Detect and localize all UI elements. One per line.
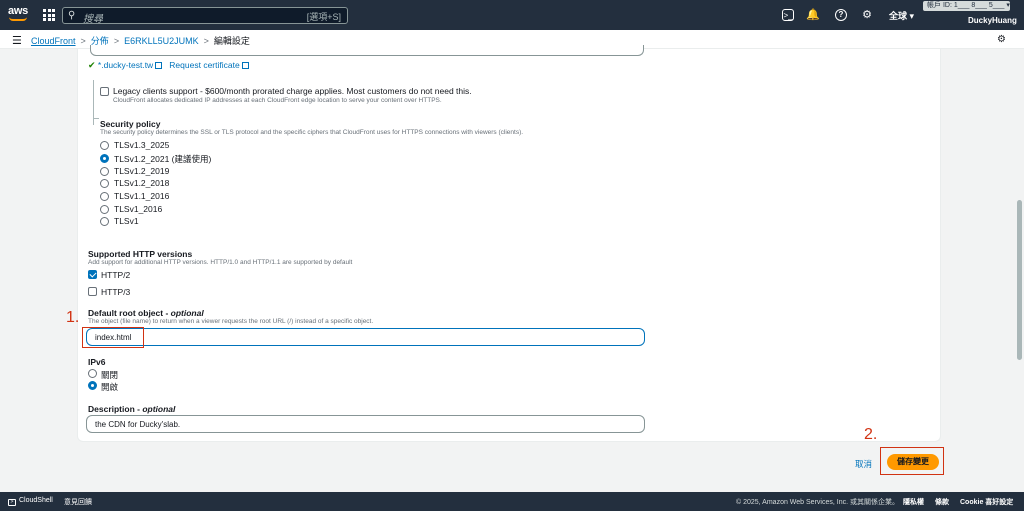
annotation-number-2: 2. (864, 426, 878, 443)
tls-option-radio[interactable] (100, 179, 109, 188)
http2-checkbox[interactable] (88, 270, 97, 279)
footer: > CloudShell 意見回饋 © 2025, Amazon Web Serv… (0, 492, 1024, 511)
legacy-clients-description: CloudFront allocates dedicated IP addres… (113, 97, 442, 104)
http-versions-description: Add support for additional HTTP versions… (88, 259, 353, 266)
cookie-preferences-link[interactable]: Cookie 喜好設定 (960, 497, 1013, 507)
cloudshell-button[interactable]: > CloudShell (8, 497, 53, 506)
services-grid-icon[interactable] (43, 9, 55, 21)
feedback-link[interactable]: 意見回饋 (64, 497, 92, 507)
tls-option-label: TLSv1.2_2021 (建議使用) (114, 154, 212, 164)
terminal-icon: > (8, 499, 16, 506)
copyright-text: © 2025, Amazon Web Services, Inc. 或其關係企業… (736, 499, 899, 506)
security-policy-description: The security policy determines the SSL o… (100, 129, 524, 136)
annotation-highlight-box (82, 327, 144, 348)
ipv6-off-label: 關閉 (101, 370, 119, 380)
preferences-icon[interactable]: ⚙ (997, 34, 1006, 45)
search-icon: ⚲ (68, 10, 76, 21)
tls-option-radio[interactable] (100, 154, 109, 163)
legacy-clients-label: Legacy clients support - $600/month pror… (113, 86, 472, 96)
tls-option-radio[interactable] (100, 205, 109, 214)
description-input[interactable]: the CDN for Ducky'slab. (86, 415, 645, 433)
tls-option-label: TLSv1_2016 (114, 204, 163, 214)
cloudshell-icon[interactable]: >_ (782, 9, 794, 21)
certificate-name-link[interactable]: *.ducky-test.tw (98, 60, 163, 70)
notifications-bell-icon[interactable]: 🔔 (806, 8, 820, 22)
page-scrollbar[interactable] (1017, 200, 1022, 360)
tls-option-label: TLSv1.2_2018 (114, 178, 170, 188)
tls-option-radio[interactable] (100, 167, 109, 176)
tls-option-label: TLSv1.2_2019 (114, 166, 170, 176)
default-root-object-label: Default root object - optional (88, 308, 204, 318)
legacy-clients-checkbox[interactable] (100, 87, 109, 96)
annotation-number-1: 1. (66, 309, 80, 326)
tls-option-label: TLSv1.3_2025 (114, 140, 170, 150)
http3-label: HTTP/3 (101, 287, 131, 297)
ipv6-on-radio[interactable] (88, 381, 97, 390)
tls-option-radio[interactable] (100, 192, 109, 201)
description-label: Description - optional (88, 404, 176, 414)
certificate-row: ✔ *.ducky-test.tw Request certificate (88, 60, 249, 71)
http3-checkbox[interactable] (88, 287, 97, 296)
check-circle-icon: ✔ (88, 60, 96, 70)
ipv6-on-label: 開啟 (101, 382, 119, 392)
tls-option-label: TLSv1 (114, 216, 139, 226)
ipv6-label: IPv6 (88, 357, 106, 367)
breadcrumb-cloudfront[interactable]: CloudFront (31, 36, 76, 46)
help-icon[interactable]: ? (835, 9, 847, 21)
account-selector[interactable]: 帳戶 ID: 1___ 8___ 5___ ▾ (923, 1, 1010, 11)
tls-option-radio[interactable] (100, 217, 109, 226)
external-link-icon (241, 62, 249, 69)
aws-logo[interactable]: aws (8, 5, 30, 25)
http-versions-label: Supported HTTP versions (88, 249, 193, 259)
tls-option-radio[interactable] (100, 141, 109, 150)
ipv6-off-radio[interactable] (88, 369, 97, 378)
security-policy-label: Security policy (100, 119, 161, 129)
default-root-object-input[interactable]: index.html (86, 328, 645, 346)
cancel-button[interactable]: 取消 (855, 458, 872, 470)
chevron-right-icon: > (80, 36, 86, 46)
external-link-icon (155, 62, 163, 69)
terms-link[interactable]: 條款 (935, 497, 949, 507)
top-navigation: aws ⚲ 搜尋 [選項+S] >_ 🔔 ? ⚙ 全球 ▾ 帳戶 ID: 1__… (0, 0, 1024, 30)
annotation-highlight-box (880, 447, 944, 475)
privacy-link[interactable]: 隱私權 (903, 497, 924, 507)
divider (93, 118, 99, 119)
menu-hamburger-icon[interactable]: ☰ (12, 34, 22, 47)
request-certificate-link[interactable]: Request certificate (169, 60, 249, 70)
settings-panel (77, 49, 941, 442)
user-name[interactable]: DuckyHuang (968, 16, 1017, 25)
tls-option-label: TLSv1.1_2016 (114, 191, 170, 201)
region-selector[interactable]: 全球 ▾ (889, 9, 914, 22)
certificate-select[interactable] (90, 45, 644, 56)
settings-gear-icon[interactable]: ⚙ (860, 8, 874, 22)
default-root-object-description: The object (file name) to return when a … (88, 318, 374, 325)
http2-label: HTTP/2 (101, 270, 131, 280)
search-input[interactable]: ⚲ 搜尋 [選項+S] (62, 7, 348, 25)
